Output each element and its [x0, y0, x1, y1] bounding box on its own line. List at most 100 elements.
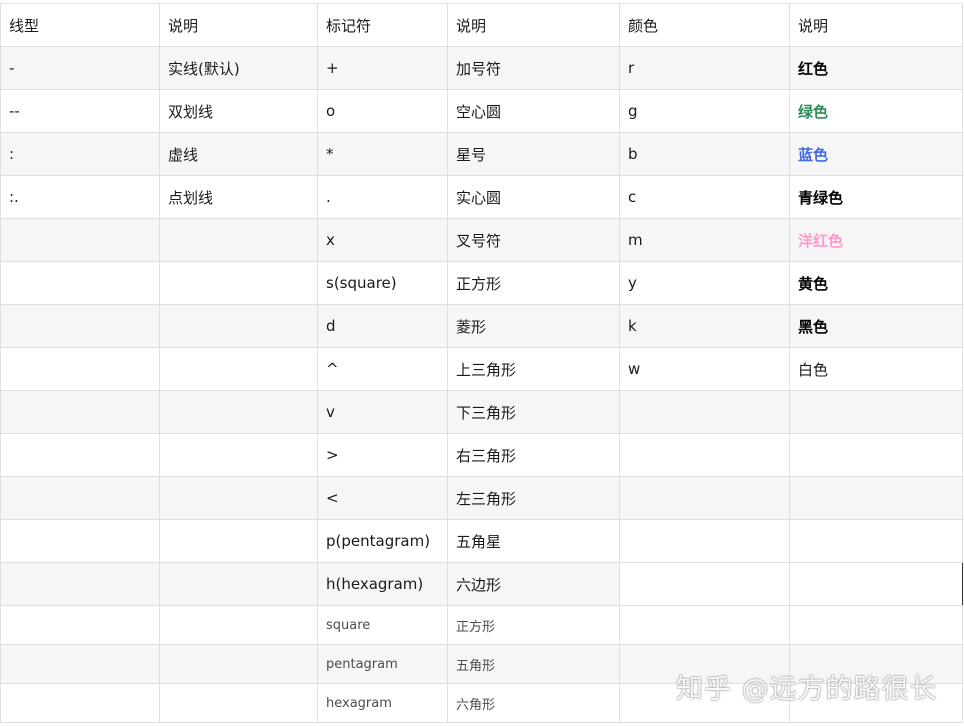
cell-marker-desc: 实心圆 — [447, 175, 620, 219]
cell-color-desc: 红色 — [789, 46, 963, 90]
cell-marker: hexagram — [317, 683, 448, 723]
cell-color-code: g — [619, 89, 790, 133]
table-row: :. 点划线. 实心圆 c 青绿色 — [0, 175, 963, 219]
header-line-style: 线型 — [0, 3, 160, 47]
cell-color-desc: 洋红色 — [789, 218, 963, 262]
cell-color-code: b — [619, 132, 790, 176]
cell-color-desc — [789, 433, 963, 477]
cell-color-desc — [789, 519, 963, 563]
cell-line-desc — [159, 476, 318, 520]
cell-marker: x — [317, 218, 448, 262]
cell-color-code — [619, 605, 790, 645]
cell-marker: < — [317, 476, 448, 520]
cell-marker-desc: 加号符 — [447, 46, 620, 90]
zhihu-watermark: 知乎 @远方的路很长 — [676, 674, 938, 705]
table-row: -- 双划线 o 空心圆 g 绿色 — [0, 89, 963, 133]
cell-line-desc — [159, 605, 318, 645]
cell-marker-desc: 五角星 — [447, 519, 620, 563]
cell-color-code: w — [619, 347, 790, 391]
cell-marker-desc: 正方形 — [447, 261, 620, 305]
table-row: > 右三角形 — [0, 433, 963, 477]
cell-line-style — [0, 605, 160, 645]
table-row: d 菱形 k 黑色 — [0, 304, 963, 348]
cell-marker-desc: 菱形 — [447, 304, 620, 348]
cell-marker: square — [317, 605, 448, 645]
cell-color-code: k — [619, 304, 790, 348]
cell-line-desc — [159, 218, 318, 262]
cell-color-desc — [789, 562, 963, 606]
cell-color-desc — [789, 476, 963, 520]
cell-line-desc — [159, 347, 318, 391]
cell-color-desc: 青绿色 — [789, 175, 963, 219]
cell-line-desc — [159, 519, 318, 563]
cell-marker: v — [317, 390, 448, 434]
cell-marker-desc: 叉号符 — [447, 218, 620, 262]
table-row: : 虚线 * 星号 b 蓝色 — [0, 132, 963, 176]
cell-marker-desc: 星号 — [447, 132, 620, 176]
cell-line-desc: 双划线 — [159, 89, 318, 133]
cell-marker: s(square) — [317, 261, 448, 305]
cell-line-style — [0, 476, 160, 520]
table-row: < 左三角形 — [0, 476, 963, 520]
cell-line-desc — [159, 562, 318, 606]
cell-color-code — [619, 519, 790, 563]
table-row: square 正方形 — [0, 605, 963, 645]
cell-line-desc — [159, 683, 318, 723]
header-line-desc: 说明 — [159, 3, 318, 47]
cell-line-desc — [159, 304, 318, 348]
cell-marker-desc: 六边形 — [447, 562, 620, 606]
table-row: h(hexagram) 六边形 — [0, 562, 963, 606]
table-row: s(square) 正方形 y 黄色 — [0, 261, 963, 305]
cell-line-style — [0, 347, 160, 391]
cell-marker: + — [317, 46, 448, 90]
cell-line-style — [0, 390, 160, 434]
cell-line-desc — [159, 433, 318, 477]
cell-marker-desc: 正方形 — [447, 605, 620, 645]
table-row: ^ 上三角形 w 白色 — [0, 347, 963, 391]
cell-color-code: y — [619, 261, 790, 305]
cell-line-desc: 虚线 — [159, 132, 318, 176]
cell-line-style: - — [0, 46, 160, 90]
cell-color-desc: 黄色 — [789, 261, 963, 305]
cell-line-style: : — [0, 132, 160, 176]
cell-line-style — [0, 644, 160, 684]
cell-color-code — [619, 476, 790, 520]
cell-color-desc: 绿色 — [789, 89, 963, 133]
line-style-table: 线型 说明 标记符 说明 颜色 说明 - 实线(默认) + 加号符 r 红色 -- 双划线 o 空心圆 g 绿色:… — [0, 3, 963, 723]
cell-line-desc: 实线(默认) — [159, 46, 318, 90]
cell-line-desc — [159, 644, 318, 684]
cell-line-style — [0, 562, 160, 606]
cell-line-style — [0, 683, 160, 723]
cell-color-code: m — [619, 218, 790, 262]
cell-marker: > — [317, 433, 448, 477]
cell-color-desc: 蓝色 — [789, 132, 963, 176]
cell-line-style — [0, 519, 160, 563]
table-row: p(pentagram) 五角星 — [0, 519, 963, 563]
table-row: - 实线(默认) + 加号符 r 红色 — [0, 46, 963, 90]
cell-marker-desc: 六角形 — [447, 683, 620, 723]
cell-line-style: -- — [0, 89, 160, 133]
cell-color-desc: 白色 — [789, 347, 963, 391]
cell-marker: pentagram — [317, 644, 448, 684]
cell-marker: o — [317, 89, 448, 133]
cell-color-code — [619, 562, 790, 606]
cell-line-desc: 点划线 — [159, 175, 318, 219]
table-row: x 叉号符 m 洋红色 — [0, 218, 963, 262]
header-marker-desc: 说明 — [447, 3, 620, 47]
cell-line-style — [0, 218, 160, 262]
cell-color-code: c — [619, 175, 790, 219]
cell-line-style — [0, 433, 160, 477]
cell-marker: h(hexagram) — [317, 562, 448, 606]
cell-marker-desc: 下三角形 — [447, 390, 620, 434]
cell-line-desc — [159, 261, 318, 305]
cell-color-code — [619, 390, 790, 434]
cell-line-style — [0, 261, 160, 305]
cell-marker: p(pentagram) — [317, 519, 448, 563]
cell-color-code — [619, 433, 790, 477]
cell-marker-desc: 空心圆 — [447, 89, 620, 133]
cell-marker: * — [317, 132, 448, 176]
cell-color-desc — [789, 390, 963, 434]
table-row: v 下三角形 — [0, 390, 963, 434]
cell-marker-desc: 右三角形 — [447, 433, 620, 477]
cell-line-style — [0, 304, 160, 348]
